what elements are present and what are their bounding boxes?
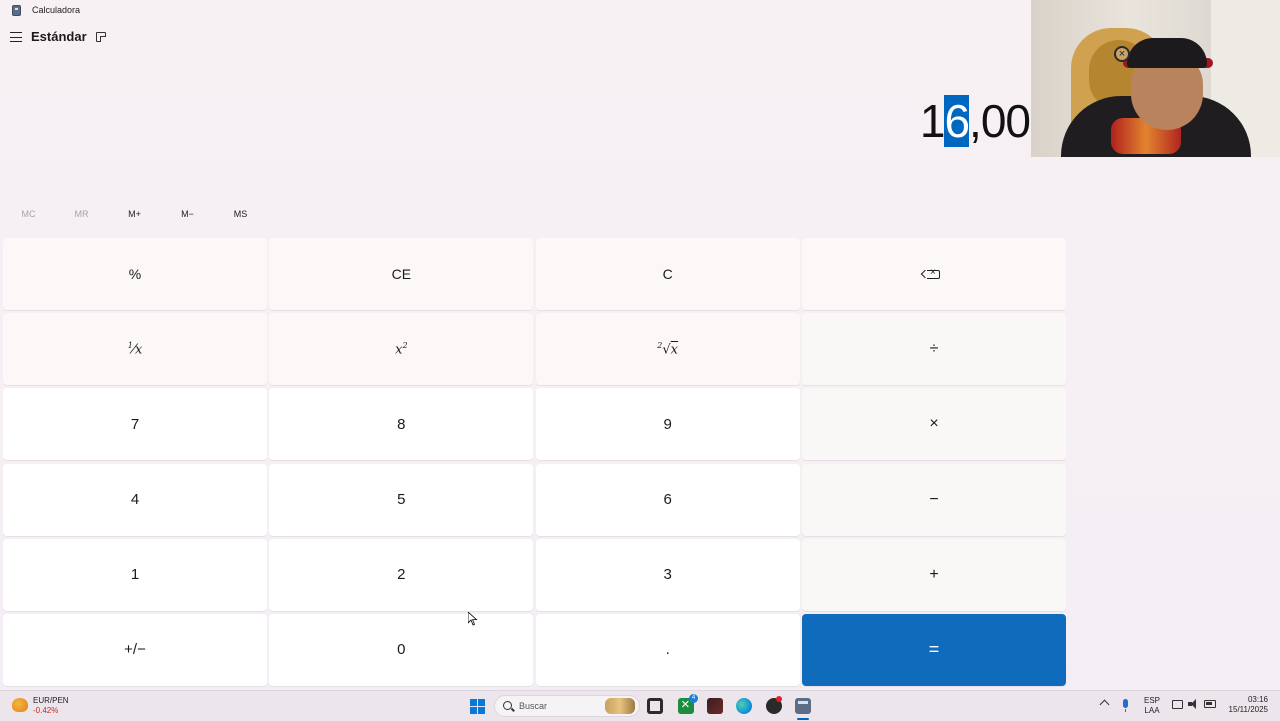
notification-dot (776, 696, 782, 702)
webcam-overlay: × (1031, 0, 1280, 157)
digit-9-button[interactable]: 9 (535, 388, 800, 461)
percent-button[interactable]: % (3, 238, 267, 310)
digit-4-button[interactable]: 4 (3, 463, 267, 536)
market-widget-icon[interactable] (12, 698, 28, 712)
edge-browser-icon[interactable] (736, 698, 752, 714)
memory-recall-button[interactable]: MR (55, 204, 108, 224)
input-language[interactable]: ESP LAA (1144, 696, 1160, 716)
keep-on-top-icon[interactable] (96, 32, 106, 42)
digit-5-button[interactable]: 5 (269, 463, 534, 536)
square-label: x2 (395, 341, 408, 358)
memory-add-button[interactable]: M+ (108, 204, 161, 224)
digit-1-button[interactable]: 1 (3, 538, 267, 611)
square-button[interactable]: x2 (269, 313, 534, 386)
webcam-cap (1127, 38, 1207, 68)
xbox-notification-badge: 4 (689, 694, 698, 703)
title-bar: Calculadora (0, 0, 1030, 22)
display-selected-digit: 6 (944, 95, 970, 147)
clock-time[interactable]: 03:16 (1248, 695, 1268, 704)
taskbar-search-box[interactable]: Buscar (494, 695, 640, 717)
memory-clear-button[interactable]: MC (2, 204, 55, 224)
close-circle-icon[interactable]: × (1114, 46, 1130, 62)
negate-button[interactable]: +/− (3, 613, 267, 686)
square-root-button[interactable]: 2√x (535, 313, 800, 386)
search-placeholder: Buscar (519, 701, 548, 711)
volume-icon[interactable] (1188, 699, 1198, 709)
window-title: Calculadora (32, 5, 81, 15)
digit-7-button[interactable]: 7 (3, 388, 267, 461)
minus-button[interactable]: − (801, 463, 1066, 536)
memory-subtract-button[interactable]: M− (161, 204, 214, 224)
memory-store-button[interactable]: MS (214, 204, 267, 224)
result-display[interactable]: 16,00 (919, 86, 1031, 156)
microphone-icon[interactable] (1123, 699, 1128, 712)
chevron-up-icon[interactable] (1099, 699, 1110, 710)
game-app-icon[interactable] (707, 698, 723, 714)
display-prefix: 1 (919, 95, 946, 147)
plus-button[interactable]: + (801, 538, 1066, 611)
backspace-icon (927, 267, 941, 279)
calculator-app-icon (12, 5, 21, 16)
keypad: % CE C 1⁄x x2 2√x ÷ 7 8 9 × 4 5 6 − 1 2 … (3, 238, 1066, 686)
decimal-button[interactable]: . (535, 613, 800, 686)
lang-code: ESP (1144, 696, 1161, 705)
display-suffix: ,00 (969, 95, 1031, 147)
clock-date[interactable]: 15/11/2025 (1229, 705, 1268, 714)
clear-button[interactable]: C (535, 238, 800, 310)
equals-button[interactable]: = (801, 613, 1066, 686)
hamburger-menu-icon[interactable] (10, 32, 22, 42)
digit-6-button[interactable]: 6 (535, 463, 800, 536)
search-icon (503, 701, 512, 710)
reciprocal-button[interactable]: 1⁄x (3, 313, 267, 386)
square-root-label: 2√x (657, 341, 679, 358)
reciprocal-label: 1⁄x (127, 341, 143, 358)
lang-layout: LAA (1144, 706, 1160, 715)
ticker-change: -0.42% (33, 706, 59, 715)
digit-0-button[interactable]: 0 (269, 613, 534, 686)
windows-start-icon[interactable] (470, 699, 485, 714)
divide-button[interactable]: ÷ (801, 313, 1066, 386)
digit-8-button[interactable]: 8 (269, 388, 534, 461)
ticker-name[interactable]: EUR/PEN (33, 696, 69, 705)
memory-row: MC MR M+ M− MS (2, 204, 267, 224)
digit-3-button[interactable]: 3 (535, 538, 800, 611)
clear-entry-button[interactable]: CE (269, 238, 534, 310)
multiply-button[interactable]: × (801, 388, 1066, 461)
network-icon[interactable] (1172, 700, 1183, 709)
backspace-button[interactable] (801, 238, 1066, 310)
digit-2-button[interactable]: 2 (269, 538, 534, 611)
task-view-icon[interactable] (647, 698, 663, 714)
calculator-taskbar-icon[interactable] (795, 698, 811, 714)
taskbar: EUR/PEN -0.42% Buscar 4 ESP LAA 03:16 15… (0, 690, 1280, 721)
mode-title: Estándar (31, 29, 87, 44)
search-highlight-image (605, 698, 635, 714)
battery-icon[interactable] (1204, 700, 1216, 708)
